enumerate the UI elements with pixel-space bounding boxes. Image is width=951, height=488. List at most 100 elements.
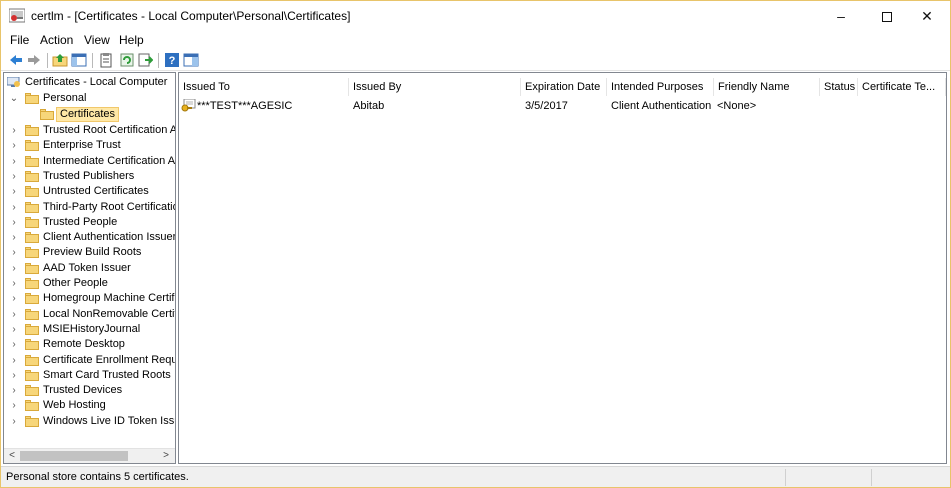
chevron-right-icon[interactable]: › bbox=[9, 154, 19, 169]
show-hide-tree-icon[interactable] bbox=[71, 52, 87, 68]
tree-label: Trusted People bbox=[43, 215, 118, 228]
chevron-right-icon[interactable]: › bbox=[9, 337, 19, 352]
menu-file[interactable]: File bbox=[10, 33, 29, 47]
console-tree[interactable]: Certificates - Local Computer ⌄ Personal… bbox=[3, 72, 176, 464]
tree-label: Trusted Publishers bbox=[43, 169, 135, 182]
chevron-right-icon[interactable]: › bbox=[9, 245, 19, 260]
chevron-right-icon[interactable]: › bbox=[9, 291, 19, 306]
refresh-icon[interactable] bbox=[119, 52, 135, 68]
chevron-right-icon[interactable]: › bbox=[9, 138, 19, 153]
folder-icon bbox=[25, 369, 39, 381]
show-action-pane-icon[interactable] bbox=[183, 52, 199, 68]
chevron-right-icon[interactable]: › bbox=[9, 169, 19, 184]
folder-icon bbox=[25, 354, 39, 366]
tree-item[interactable]: › Trusted Devices bbox=[4, 383, 175, 398]
forward-icon[interactable] bbox=[26, 52, 42, 68]
tree-item[interactable]: › Windows Live ID Token Issuer bbox=[4, 414, 175, 429]
properties-icon[interactable] bbox=[98, 52, 114, 68]
tree-item[interactable]: › MSIEHistoryJournal bbox=[4, 322, 175, 337]
tree-item[interactable]: › Enterprise Trust bbox=[4, 138, 175, 153]
cell-friendly-name: <None> bbox=[717, 100, 757, 112]
chevron-right-icon[interactable]: › bbox=[9, 353, 19, 368]
back-icon[interactable] bbox=[8, 52, 24, 68]
tree-item[interactable]: › Web Hosting bbox=[4, 398, 175, 413]
chevron-right-icon[interactable]: › bbox=[9, 368, 19, 383]
title-bar[interactable]: certlm - [Certificates - Local Computer\… bbox=[1, 1, 950, 31]
folder-icon bbox=[25, 186, 39, 198]
folder-icon bbox=[25, 93, 39, 104]
tree-item[interactable]: › Intermediate Certification Au bbox=[4, 154, 175, 169]
up-folder-icon[interactable] bbox=[52, 52, 68, 68]
menu-action[interactable]: Action bbox=[40, 33, 73, 47]
folder-icon bbox=[25, 201, 39, 213]
toolbar-separator bbox=[92, 53, 93, 68]
folder-icon bbox=[25, 140, 39, 152]
tree-item[interactable]: › Homegroup Machine Certific bbox=[4, 291, 175, 306]
column-header-friendly-name[interactable]: Friendly Name bbox=[714, 78, 820, 96]
folder-icon bbox=[25, 232, 39, 244]
tree-item[interactable]: › Other People bbox=[4, 276, 175, 291]
tree-label: Homegroup Machine Certific bbox=[43, 292, 176, 305]
export-list-icon[interactable] bbox=[137, 52, 153, 68]
chevron-right-icon[interactable]: › bbox=[9, 215, 19, 230]
tree-horizontal-scrollbar[interactable]: < > bbox=[4, 448, 175, 463]
tree-item[interactable]: › Local NonRemovable Certific bbox=[4, 307, 175, 322]
column-header-expiration-date[interactable]: Expiration Date bbox=[521, 78, 607, 96]
column-header-issued-to[interactable]: Issued To ^ bbox=[179, 78, 349, 96]
minimize-button[interactable]: – bbox=[818, 1, 864, 31]
tree-item[interactable]: › Untrusted Certificates bbox=[4, 184, 175, 199]
tree-item[interactable]: › Third-Party Root Certificatior bbox=[4, 200, 175, 215]
tree-item[interactable]: › Trusted Publishers bbox=[4, 169, 175, 184]
chevron-right-icon[interactable]: › bbox=[9, 276, 19, 291]
chevron-right-icon[interactable]: › bbox=[9, 230, 19, 245]
tree-item[interactable]: › Trusted Root Certification Au bbox=[4, 123, 175, 138]
folder-icon bbox=[25, 155, 39, 167]
menu-help[interactable]: Help bbox=[119, 33, 144, 47]
column-header-certificate-template[interactable]: Certificate Te... bbox=[858, 78, 946, 96]
scroll-left-arrow[interactable]: < bbox=[5, 449, 19, 463]
tree-item[interactable]: › Smart Card Trusted Roots bbox=[4, 368, 175, 383]
tree-label: Intermediate Certification Au bbox=[43, 154, 176, 167]
certificate-app-icon bbox=[9, 8, 25, 23]
chevron-down-icon[interactable]: ⌄ bbox=[9, 91, 19, 106]
folder-icon bbox=[25, 339, 39, 351]
column-header-status[interactable]: Status bbox=[820, 78, 858, 96]
certificate-key-icon bbox=[181, 99, 196, 112]
tree-item[interactable]: › Client Authentication Issuers bbox=[4, 230, 175, 245]
certificate-list[interactable]: Issued To ^ Issued By Expiration Date In… bbox=[178, 72, 947, 464]
chevron-right-icon[interactable]: › bbox=[9, 123, 19, 138]
tree-item[interactable]: › Preview Build Roots bbox=[4, 245, 175, 260]
chevron-right-icon[interactable]: › bbox=[9, 322, 19, 337]
tree-item-personal[interactable]: ⌄ Personal bbox=[4, 91, 175, 106]
folder-icon bbox=[25, 170, 39, 182]
tree-item[interactable]: › AAD Token Issuer bbox=[4, 261, 175, 276]
tree-label: Local NonRemovable Certific bbox=[43, 307, 176, 320]
tree-item-root[interactable]: Certificates - Local Computer bbox=[4, 75, 175, 90]
column-header-issued-by[interactable]: Issued By bbox=[349, 78, 521, 96]
tree-label: Trusted Devices bbox=[43, 384, 123, 397]
tree-label: AAD Token Issuer bbox=[43, 261, 131, 274]
scroll-right-arrow[interactable]: > bbox=[159, 449, 173, 463]
tree-item[interactable]: › Trusted People bbox=[4, 215, 175, 230]
chevron-right-icon[interactable]: › bbox=[9, 184, 19, 199]
toolbar-separator bbox=[158, 53, 159, 68]
scroll-thumb[interactable] bbox=[20, 451, 128, 461]
tree-item[interactable]: › Remote Desktop bbox=[4, 337, 175, 352]
chevron-right-icon[interactable]: › bbox=[9, 383, 19, 398]
tree-item[interactable]: › Certificate Enrollment Reque: bbox=[4, 353, 175, 368]
chevron-right-icon[interactable]: › bbox=[9, 261, 19, 276]
chevron-right-icon[interactable]: › bbox=[9, 414, 19, 429]
folder-icon bbox=[25, 323, 39, 335]
help-icon[interactable]: ? bbox=[164, 52, 180, 68]
menu-view[interactable]: View bbox=[84, 33, 110, 47]
close-button[interactable]: ✕ bbox=[904, 1, 950, 31]
chevron-right-icon[interactable]: › bbox=[9, 307, 19, 322]
certlm-window: certlm - [Certificates - Local Computer\… bbox=[0, 0, 951, 488]
chevron-right-icon[interactable]: › bbox=[9, 398, 19, 413]
computer-certificates-icon bbox=[7, 77, 20, 87]
tree-item-certificates[interactable]: Certificates bbox=[4, 107, 175, 122]
status-divider bbox=[785, 469, 786, 486]
column-header-intended-purposes[interactable]: Intended Purposes bbox=[607, 78, 714, 96]
tree-label: MSIEHistoryJournal bbox=[43, 322, 141, 335]
chevron-right-icon[interactable]: › bbox=[9, 200, 19, 215]
